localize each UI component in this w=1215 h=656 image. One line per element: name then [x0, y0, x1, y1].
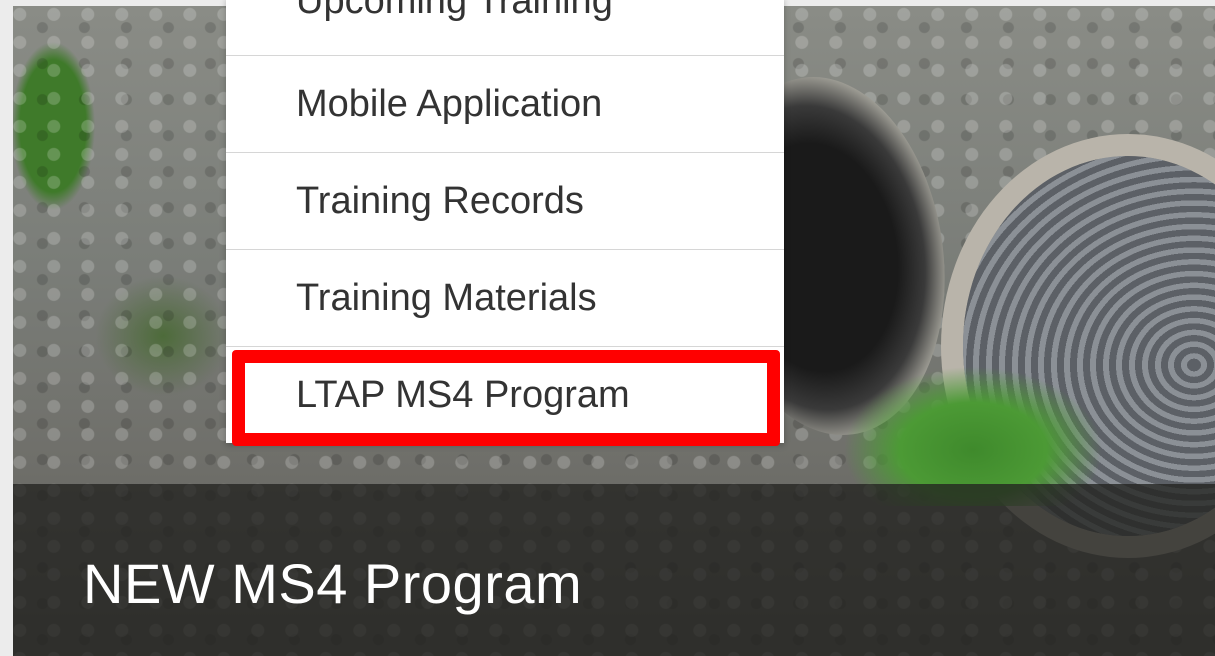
menu-item-label: Mobile Application	[296, 82, 603, 125]
menu-item-training-records[interactable]: Training Records	[226, 153, 784, 250]
menu-item-upcoming-training[interactable]: Upcoming Training	[226, 0, 784, 56]
menu-item-ltap-ms4-program[interactable]: LTAP MS4 Program	[226, 347, 784, 443]
hero-title[interactable]: NEW MS4 Program	[83, 551, 582, 616]
menu-item-training-materials[interactable]: Training Materials	[226, 250, 784, 347]
menu-item-label: Training Records	[296, 179, 584, 222]
menu-item-label: Training Materials	[296, 276, 597, 319]
menu-item-mobile-application[interactable]: Mobile Application	[226, 56, 784, 153]
menu-item-label: Upcoming Training	[296, 0, 613, 22]
menu-item-label: LTAP MS4 Program	[296, 373, 630, 416]
training-dropdown-menu: Upcoming Training Mobile Application Tra…	[226, 0, 784, 443]
